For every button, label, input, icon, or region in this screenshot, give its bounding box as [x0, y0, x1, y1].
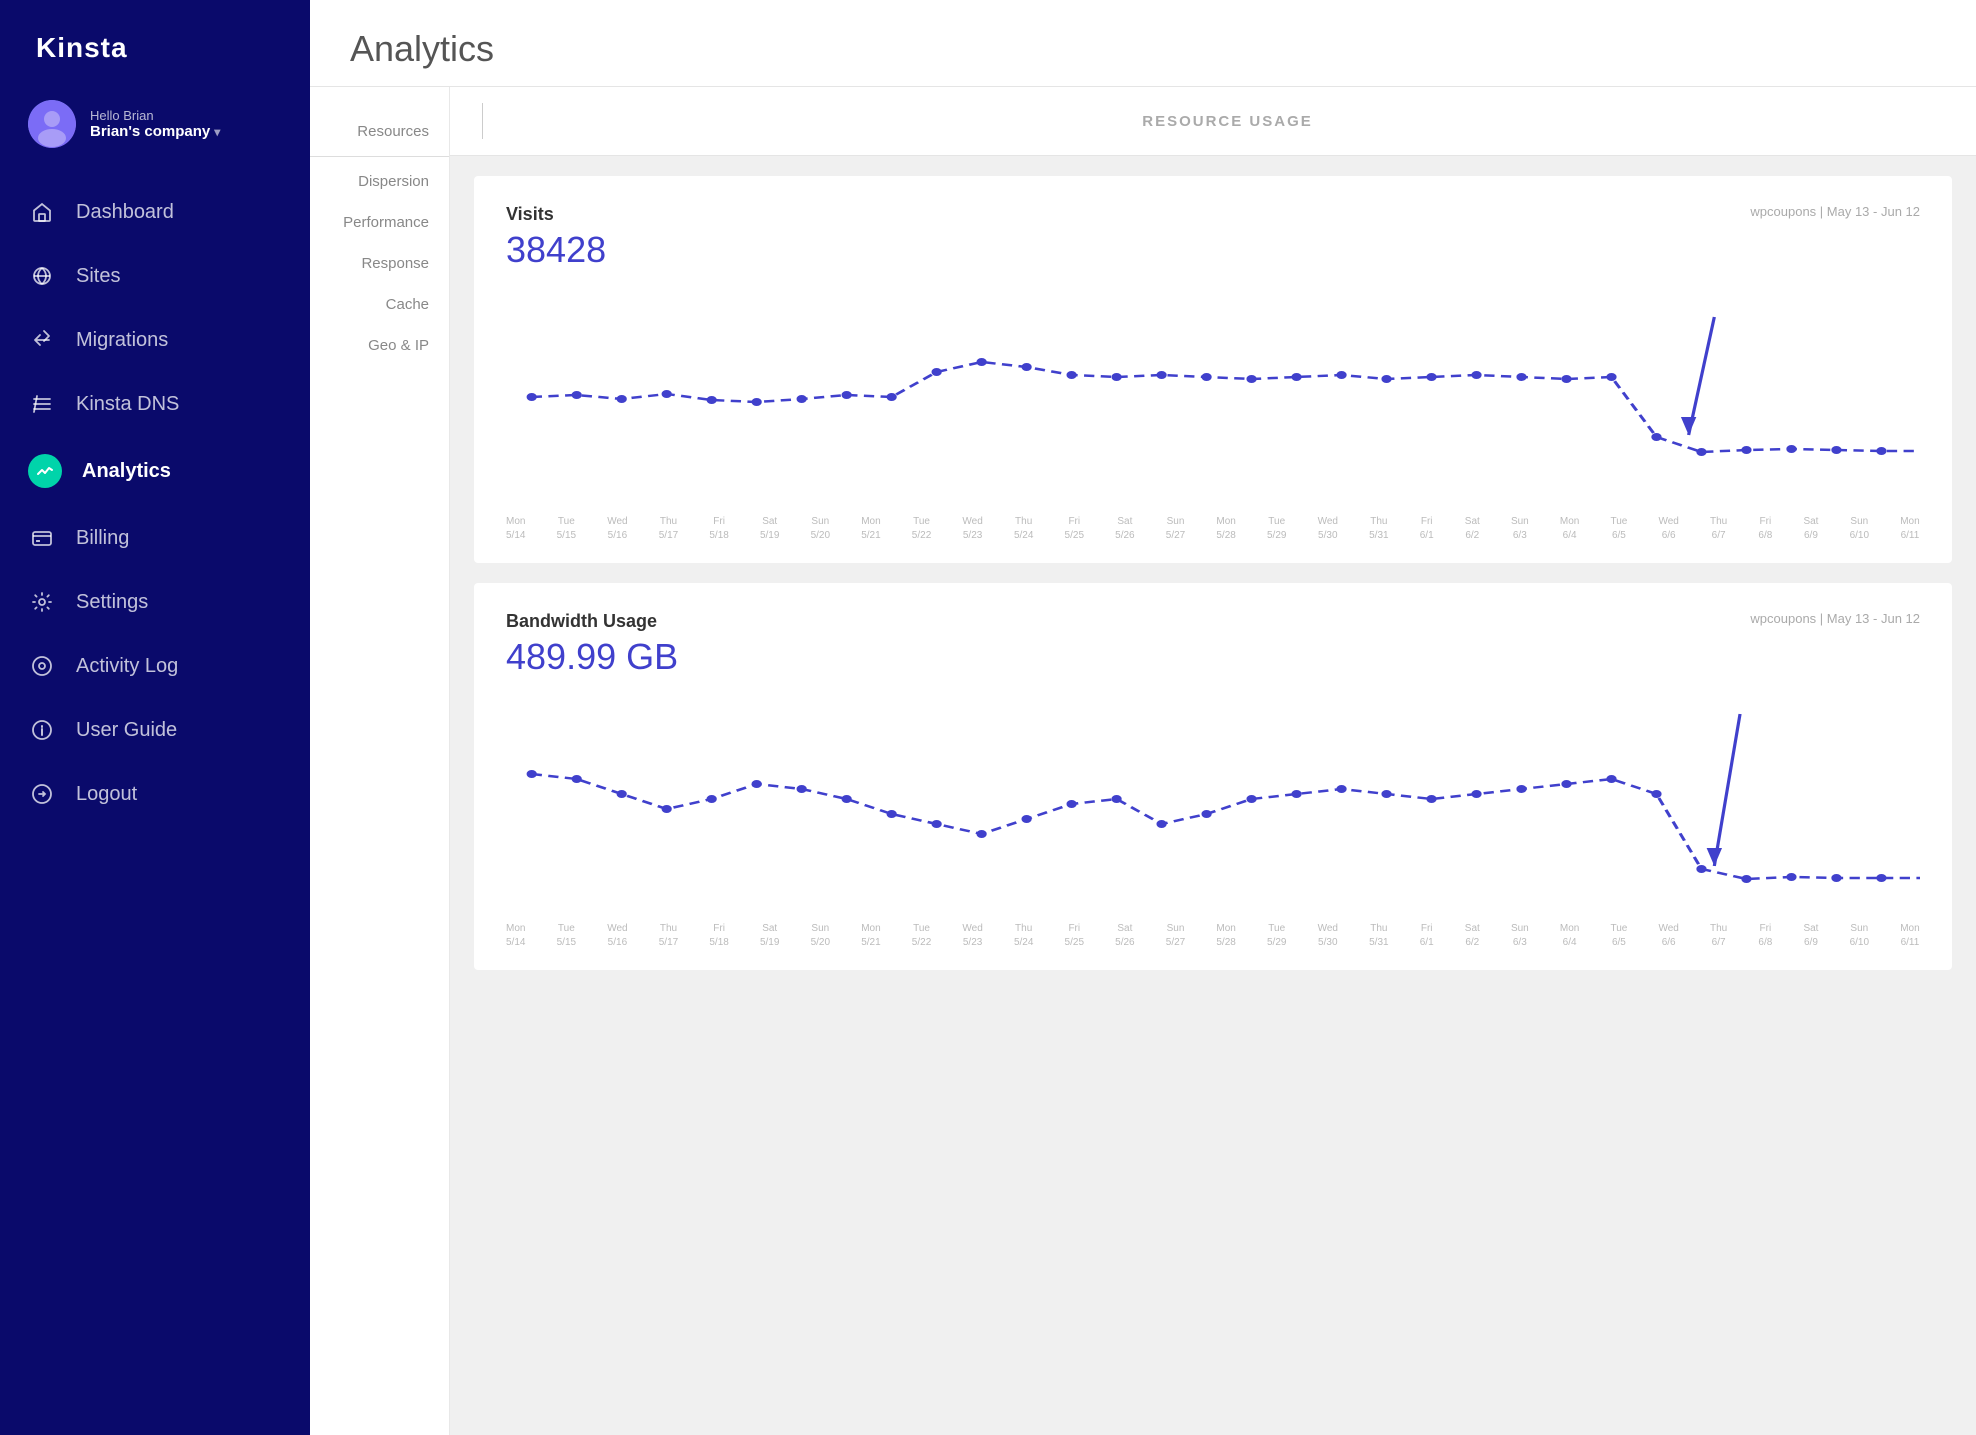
logout-icon	[28, 780, 56, 808]
sidebar-item-label: Logout	[76, 783, 137, 806]
sidebar-item-label: Dashboard	[76, 201, 174, 224]
settings-icon	[28, 588, 56, 616]
sub-nav-response[interactable]: Response	[310, 243, 449, 284]
sidebar-item-label: Sites	[76, 265, 120, 288]
sites-icon	[28, 262, 56, 290]
sidebar-item-migrations[interactable]: Migrations	[0, 308, 310, 372]
main-content: Analytics Resources Dispersion Performan…	[310, 0, 1976, 1435]
visits-chart-card: Visits wpcoupons | May 13 - Jun 12 38428…	[474, 176, 1952, 563]
chart-value: 38428	[506, 229, 1920, 271]
visits-chart: .chart-line { fill: none; stroke: #4040c…	[506, 287, 1920, 507]
sidebar-item-settings[interactable]: Settings	[0, 570, 310, 634]
page-title: Analytics	[350, 28, 1936, 70]
sidebar-item-analytics[interactable]: Analytics	[0, 436, 310, 506]
sidebar-item-label: Settings	[76, 591, 148, 614]
sidebar-item-activity-log[interactable]: Activity Log	[0, 634, 310, 698]
divider-line	[482, 103, 483, 139]
sidebar-item-logout[interactable]: Logout	[0, 762, 310, 826]
sidebar-item-label: Migrations	[76, 329, 168, 352]
chart-meta: wpcoupons | May 13 - Jun 12	[1750, 204, 1920, 219]
bandwidth-chart: .chart-line2 { fill: none; stroke: #4040…	[506, 694, 1920, 914]
sidebar-item-label: Activity Log	[76, 655, 178, 678]
user-profile[interactable]: Hello Brian Brian's company ▾	[0, 88, 310, 172]
sidebar-item-label: Billing	[76, 527, 129, 550]
sidebar: Kinsta Hello Brian Brian's company ▾	[0, 0, 310, 1435]
sidebar-item-kinsta-dns[interactable]: Kinsta DNS	[0, 372, 310, 436]
dns-icon	[28, 390, 56, 418]
sidebar-item-dashboard[interactable]: Dashboard	[0, 180, 310, 244]
user-greeting: Hello Brian	[90, 108, 282, 123]
guide-icon	[28, 716, 56, 744]
sub-nav-cache[interactable]: Cache	[310, 284, 449, 325]
sub-nav-divider	[310, 156, 449, 157]
chart-header: Bandwidth Usage wpcoupons | May 13 - Jun…	[506, 611, 1920, 632]
sidebar-item-billing[interactable]: Billing	[0, 506, 310, 570]
analytics-icon	[28, 454, 62, 488]
sub-nav-geo-ip[interactable]: Geo & IP	[310, 325, 449, 366]
chevron-down-icon: ▾	[214, 125, 220, 139]
sub-nav: Resources Dispersion Performance Respons…	[310, 87, 450, 1435]
chart-value: 489.99 GB	[506, 636, 1920, 678]
chart-meta: wpcoupons | May 13 - Jun 12	[1750, 611, 1920, 626]
sidebar-item-label: User Guide	[76, 719, 177, 742]
user-company: Brian's company ▾	[90, 123, 282, 140]
page-header: Analytics	[310, 0, 1976, 87]
user-info: Hello Brian Brian's company ▾	[90, 108, 282, 140]
chart-label: Bandwidth Usage	[506, 611, 657, 632]
sidebar-item-sites[interactable]: Sites	[0, 244, 310, 308]
home-icon	[28, 198, 56, 226]
resource-usage-title: RESOURCE USAGE	[511, 113, 1944, 130]
bandwidth-chart-card: Bandwidth Usage wpcoupons | May 13 - Jun…	[474, 583, 1952, 970]
migrations-icon	[28, 326, 56, 354]
logo: Kinsta	[0, 0, 310, 88]
sub-nav-dispersion[interactable]: Dispersion	[310, 161, 449, 202]
chart-dates: Mon5/14 Tue5/15 Wed5/16 Thu5/17 Fri5/18 …	[506, 914, 1920, 950]
chart-label: Visits	[506, 204, 554, 225]
sub-nav-resources[interactable]: Resources	[310, 111, 449, 152]
sub-nav-performance[interactable]: Performance	[310, 202, 449, 243]
avatar	[28, 100, 76, 148]
chart-header: Visits wpcoupons | May 13 - Jun 12	[506, 204, 1920, 225]
nav-items: Dashboard Sites Migrations	[0, 172, 310, 834]
sidebar-item-label: Kinsta DNS	[76, 393, 179, 416]
chart-dates: Mon5/14 Tue5/15 Wed5/16 Thu5/17 Fri5/18 …	[506, 507, 1920, 543]
resource-usage-header: RESOURCE USAGE	[450, 87, 1976, 156]
charts-area: RESOURCE USAGE Visits wpcoupons | May 13…	[450, 87, 1976, 1435]
content-area: Resources Dispersion Performance Respons…	[310, 87, 1976, 1435]
activity-icon	[28, 652, 56, 680]
sidebar-item-user-guide[interactable]: User Guide	[0, 698, 310, 762]
sidebar-item-label: Analytics	[82, 460, 171, 483]
billing-icon	[28, 524, 56, 552]
